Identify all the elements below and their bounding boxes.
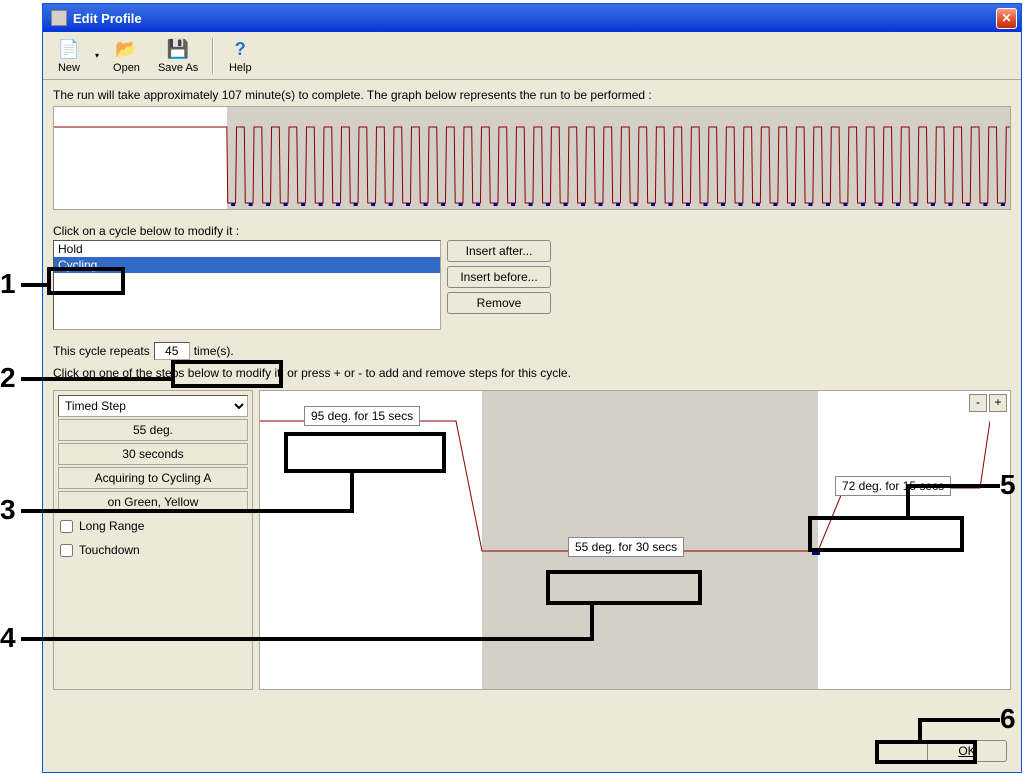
longrange-label: Long Range xyxy=(79,519,144,533)
overview-graph-svg xyxy=(54,107,1011,210)
repeat-suffix: time(s). xyxy=(194,344,234,358)
cycle-listbox[interactable]: Hold Cycling xyxy=(53,240,441,330)
open-button[interactable]: 📂 Open xyxy=(105,36,148,76)
ok-button[interactable]: OK xyxy=(927,740,1007,762)
step-acq-button[interactable]: Acquiring to Cycling A xyxy=(58,467,248,489)
toolbar-separator xyxy=(212,38,214,74)
app-icon xyxy=(51,10,67,26)
open-label: Open xyxy=(113,62,140,74)
callout-number-4: 4 xyxy=(0,622,16,654)
callout-line-5b xyxy=(906,484,910,516)
step-type-select[interactable]: Timed Step xyxy=(58,395,248,417)
repeat-row: This cycle repeats time(s). xyxy=(53,342,1011,360)
help-button[interactable]: ? Help xyxy=(220,36,260,76)
callout-line-4a xyxy=(21,637,590,641)
touchdown-row[interactable]: Touchdown xyxy=(58,539,248,561)
callout-number-6: 6 xyxy=(1000,703,1016,735)
annot-55deg[interactable]: 55 deg. for 30 secs xyxy=(568,537,684,557)
insert-before-button[interactable]: Insert before... xyxy=(447,266,551,288)
annot-95deg[interactable]: 95 deg. for 15 secs xyxy=(304,406,420,426)
step-graph[interactable]: 95 deg. for 15 secs 55 deg. for 30 secs … xyxy=(259,390,1011,690)
close-icon[interactable]: ✕ xyxy=(996,8,1017,29)
callout-line-5a xyxy=(906,484,1000,488)
save-icon: 💾 xyxy=(166,38,190,62)
remove-step-button[interactable]: - xyxy=(969,394,987,412)
titlebar: Edit Profile ✕ xyxy=(43,4,1021,32)
callout-line-2 xyxy=(21,377,171,381)
run-info-text: The run will take approximately 107 minu… xyxy=(53,88,1011,102)
step-properties-panel: Timed Step 55 deg. 30 seconds Acquiring … xyxy=(53,390,253,690)
new-icon: 📄 xyxy=(57,38,81,62)
callout-line-4b xyxy=(590,605,594,641)
longrange-row[interactable]: Long Range xyxy=(58,515,248,537)
step-duration-button[interactable]: 30 seconds xyxy=(58,443,248,465)
callout-line-1 xyxy=(21,283,47,287)
edit-profile-window: Edit Profile ✕ 📄 New ▾ 📂 Open 💾 Save As … xyxy=(42,3,1022,773)
longrange-checkbox[interactable] xyxy=(60,520,73,533)
open-icon: 📂 xyxy=(114,38,138,62)
remove-button[interactable]: Remove xyxy=(447,292,551,314)
add-step-button[interactable]: + xyxy=(989,394,1007,412)
toolbar: 📄 New ▾ 📂 Open 💾 Save As ? Help xyxy=(43,32,1021,80)
cycle-item-cycling[interactable]: Cycling xyxy=(54,257,440,273)
content-area: The run will take approximately 107 minu… xyxy=(43,80,1021,698)
window-title: Edit Profile xyxy=(73,11,996,26)
insert-after-button[interactable]: Insert after... xyxy=(447,240,551,262)
new-label: New xyxy=(58,62,80,74)
steps-instruction: Click on one of the steps below to modif… xyxy=(53,366,1011,380)
touchdown-checkbox[interactable] xyxy=(60,544,73,557)
callout-number-5: 5 xyxy=(1000,469,1016,501)
touchdown-label: Touchdown xyxy=(79,543,140,557)
cycle-item-hold[interactable]: Hold xyxy=(54,241,440,257)
cycle-list-label: Click on a cycle below to modify it : xyxy=(53,224,1011,238)
callout-line-3a xyxy=(21,509,350,513)
help-icon: ? xyxy=(228,38,252,62)
callout-number-3: 3 xyxy=(0,494,16,526)
step-temp-button[interactable]: 55 deg. xyxy=(58,419,248,441)
new-dropdown-icon[interactable]: ▾ xyxy=(91,51,103,60)
saveas-button[interactable]: 💾 Save As xyxy=(150,36,206,76)
repeat-count-input[interactable] xyxy=(154,342,190,360)
overview-graph xyxy=(53,106,1011,210)
new-button[interactable]: 📄 New xyxy=(49,36,89,76)
saveas-label: Save As xyxy=(158,62,198,74)
callout-number-1: 1 xyxy=(0,268,16,300)
callout-line-6b xyxy=(918,718,922,740)
callout-number-2: 2 xyxy=(0,362,16,394)
help-label: Help xyxy=(229,62,252,74)
repeat-prefix: This cycle repeats xyxy=(53,344,150,358)
callout-line-6a xyxy=(918,718,1000,722)
callout-line-3b xyxy=(350,473,354,513)
